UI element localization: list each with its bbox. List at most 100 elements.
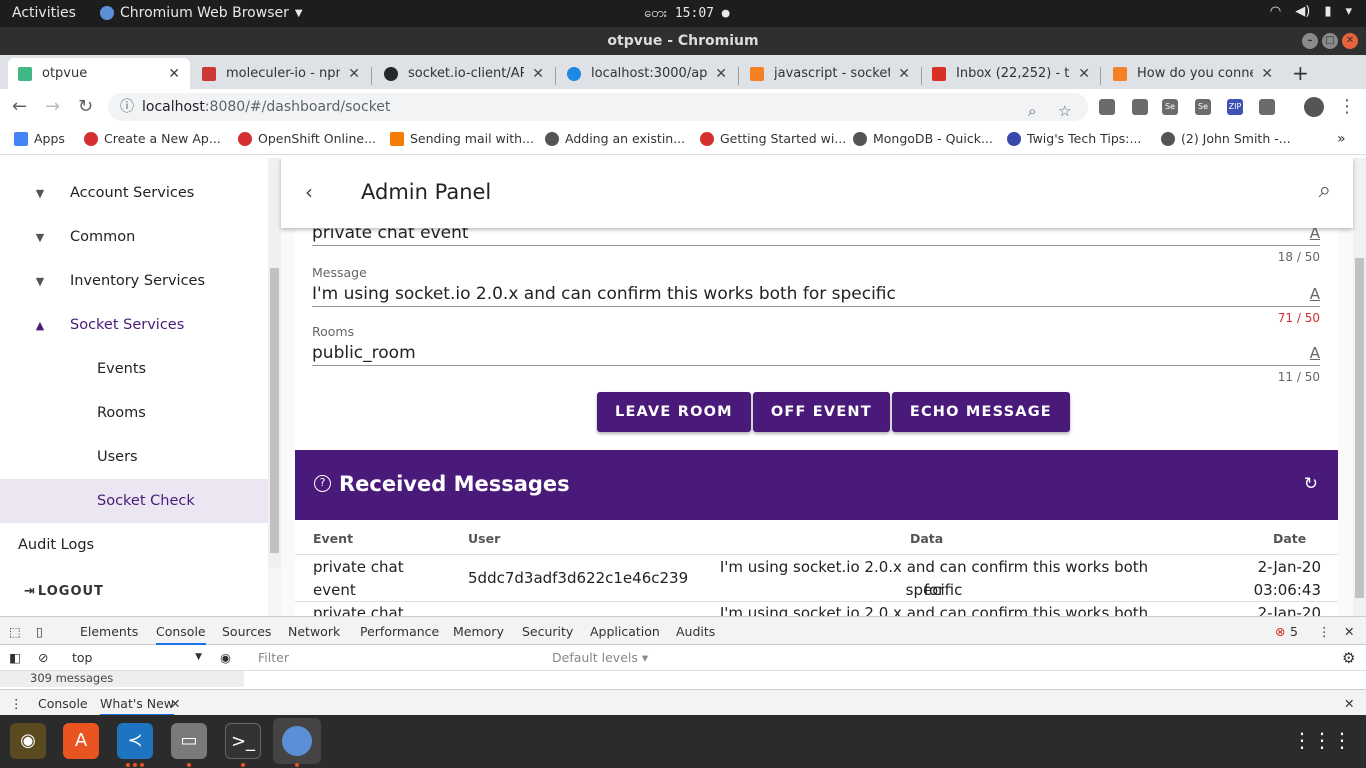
menu-dots-icon[interactable]: ⋮	[1338, 96, 1356, 117]
address-bar[interactable]: ⓘ localhost:8080/#/dashboard/socket ⌕ ☆	[108, 93, 1088, 121]
tab-application[interactable]: Application	[590, 624, 660, 639]
messages-summary[interactable]: 309 messages	[0, 671, 244, 687]
sidebar-toggle-icon[interactable]: ◧	[9, 650, 21, 665]
system-tray[interactable]: ◠ ◀) ▮ ▾	[1270, 4, 1352, 19]
close-icon[interactable]: ✕	[170, 696, 180, 711]
info-icon[interactable]: ⓘ	[120, 93, 134, 121]
close-icon[interactable]: ✕	[348, 66, 360, 82]
browser-tab[interactable]: javascript - socket.io ✕	[740, 58, 920, 89]
console-filter-input[interactable]: Filter	[248, 649, 544, 667]
bookmark-item[interactable]: Create a New Ap...	[84, 131, 221, 146]
tab-security[interactable]: Security	[522, 624, 573, 639]
column-header-user[interactable]: User	[468, 531, 500, 546]
devtools-menu-icon[interactable]: ⋮	[1318, 624, 1331, 639]
sidebar-item-socket-check[interactable]: Socket Check	[0, 479, 268, 523]
new-tab-button[interactable]: +	[1292, 61, 1309, 85]
rooms-field[interactable]: Rooms public_room A 11 / 50	[312, 324, 1320, 384]
terminal-icon[interactable]: >_	[225, 723, 261, 759]
sidebar-item-events[interactable]: Events	[0, 347, 268, 391]
close-icon[interactable]: ✕	[1344, 624, 1354, 639]
close-icon[interactable]: ✕	[1344, 696, 1354, 711]
tab-console[interactable]: Console	[156, 624, 206, 645]
gear-icon[interactable]: ⚙	[1342, 649, 1355, 667]
clock[interactable]: တေး 15:07 ●	[644, 5, 730, 24]
activities-button[interactable]: Activities	[12, 5, 76, 21]
log-levels-select[interactable]: Default levels ▾	[552, 650, 648, 665]
browser-tab[interactable]: socket.io-client/API.m ✕	[374, 58, 554, 89]
close-icon[interactable]: ✕	[532, 66, 544, 82]
column-header-data[interactable]: Data	[910, 531, 943, 546]
column-header-event[interactable]: Event	[313, 531, 353, 546]
bookmark-item[interactable]: Adding an existin...	[545, 131, 685, 146]
sidebar-item-account-services[interactable]: ▼ Account Services	[0, 171, 268, 215]
bookmark-item[interactable]: Sending mail with...	[390, 131, 534, 146]
error-count[interactable]: 5	[1290, 624, 1298, 639]
star-icon[interactable]: ☆	[1058, 97, 1071, 125]
rooms-input[interactable]: public_room	[312, 343, 416, 363]
browser-tab[interactable]: How do you connect ✕	[1103, 58, 1283, 89]
sidebar-item-audit-logs[interactable]: Audit Logs	[0, 523, 268, 567]
tab-memory[interactable]: Memory	[453, 624, 504, 639]
close-icon[interactable]: ✕	[168, 66, 180, 82]
forward-arrow-icon[interactable]: →	[45, 96, 60, 117]
context-select[interactable]: top ▼	[72, 650, 202, 665]
app-menu[interactable]: Chromium Web Browser ▼	[100, 5, 303, 21]
tab-sources[interactable]: Sources	[222, 624, 271, 639]
bookmark-item[interactable]: (2) John Smith -...	[1161, 131, 1291, 146]
tab-performance[interactable]: Performance	[360, 624, 439, 639]
sidebar-scrollbar[interactable]	[268, 158, 281, 568]
bookmark-item[interactable]: Twig's Tech Tips:...	[1007, 131, 1141, 146]
off-event-button[interactable]: OFF EVENT	[752, 392, 890, 432]
browser-tab[interactable]: localhost:3000/api/so ✕	[557, 58, 737, 89]
clear-console-icon[interactable]: ⊘	[38, 650, 48, 665]
message-input[interactable]: I'm using socket.io 2.0.x and can confir…	[312, 284, 896, 304]
chevron-left-icon[interactable]: ‹	[305, 180, 313, 204]
tab-network[interactable]: Network	[288, 624, 340, 639]
back-arrow-icon[interactable]: ←	[12, 96, 27, 117]
refresh-icon[interactable]: ↻	[1304, 474, 1318, 494]
bookmark-item[interactable]: Getting Started wi...	[700, 131, 846, 146]
inspect-icon[interactable]: ⬚	[9, 624, 21, 639]
drawer-tab-console[interactable]: Console	[38, 696, 88, 711]
bookmark-item[interactable]: OpenShift Online...	[238, 131, 376, 146]
close-window-button[interactable]: ✕	[1342, 33, 1358, 49]
screenshot-extension-icon[interactable]	[1259, 99, 1275, 115]
show-apps-icon[interactable]: ⋮⋮⋮	[1292, 728, 1352, 752]
minimize-button[interactable]: –	[1302, 33, 1318, 49]
rhythmbox-icon[interactable]: ◉	[10, 723, 46, 759]
camera-extension-icon[interactable]	[1099, 99, 1115, 115]
drawer-tab-whats-new[interactable]: What's New	[100, 696, 175, 716]
browser-tab[interactable]: Inbox (22,252) - tha ✕	[922, 58, 1100, 89]
column-header-date[interactable]: Date	[1273, 531, 1306, 546]
zoom-icon[interactable]: ⌕	[1028, 97, 1036, 125]
vscode-icon[interactable]: ≺	[117, 723, 153, 759]
scrollbar-thumb[interactable]	[1355, 258, 1364, 598]
bookmark-item[interactable]: Apps	[14, 131, 65, 146]
close-icon[interactable]: ✕	[898, 66, 910, 82]
bookmark-item[interactable]: MongoDB - Quick...	[853, 131, 993, 146]
selenium-extension-icon[interactable]: Se	[1162, 99, 1178, 115]
selenium-ide-extension-icon[interactable]: Se	[1195, 99, 1211, 115]
device-toggle-icon[interactable]: ▯	[36, 624, 43, 639]
tab-audits[interactable]: Audits	[676, 624, 715, 639]
chevron-right-icon[interactable]: »	[1337, 131, 1346, 147]
sidebar-item-common[interactable]: ▼ Common	[0, 215, 268, 259]
pen-extension-icon[interactable]	[1132, 99, 1148, 115]
browser-tab[interactable]: moleculer-io - npm ✕	[192, 58, 370, 89]
eye-icon[interactable]: ◉	[220, 650, 231, 665]
profile-avatar[interactable]	[1304, 97, 1324, 117]
scrollbar-thumb[interactable]	[270, 268, 279, 553]
sidebar-item-rooms[interactable]: Rooms	[0, 391, 268, 435]
files-icon[interactable]: ▭	[171, 723, 207, 759]
message-field[interactable]: Message I'm using socket.io 2.0.x and ca…	[312, 265, 1320, 325]
sidebar-item-inventory-services[interactable]: ▼ Inventory Services	[0, 259, 268, 303]
echo-message-button[interactable]: ECHO MESSAGE	[891, 392, 1070, 432]
logout-button[interactable]: ⇥ LOGOUT	[0, 569, 268, 613]
chromium-dock-icon[interactable]	[273, 718, 321, 764]
error-icon[interactable]: ⊗	[1275, 624, 1285, 639]
sidebar-item-users[interactable]: Users	[0, 435, 268, 479]
reload-icon[interactable]: ↻	[78, 96, 93, 117]
software-center-icon[interactable]: A	[63, 723, 99, 759]
tab-elements[interactable]: Elements	[80, 624, 138, 639]
zip-extension-icon[interactable]: ZIP	[1227, 99, 1243, 115]
